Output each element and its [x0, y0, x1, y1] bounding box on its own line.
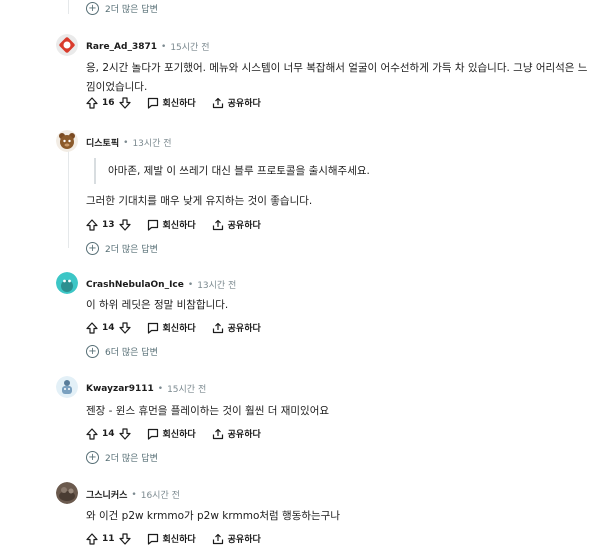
comment-meta: Rare_Ad_3871 • 15시간 전: [86, 40, 210, 54]
downvote-icon[interactable]: [118, 427, 131, 440]
avatar: [56, 130, 78, 152]
plus-circle-icon: +: [86, 242, 99, 255]
share-icon: [212, 428, 224, 440]
vote-group: 11: [86, 532, 131, 545]
reply-button[interactable]: 회신하다: [147, 96, 196, 109]
vote-count: 11: [102, 533, 115, 544]
username[interactable]: Rare_Ad_3871: [86, 42, 157, 52]
reply-button[interactable]: 회신하다: [147, 532, 196, 545]
more-replies-button[interactable]: + 2더 많은 답변: [86, 242, 158, 255]
comment-body: 젠장 - 윈스 휴먼을 플레이하는 것이 훨씬 더 재미있어요: [86, 405, 330, 417]
downvote-icon[interactable]: [118, 321, 131, 334]
more-replies-button[interactable]: + 2더 많은 답변: [86, 451, 158, 464]
comment-meta: Kwayzar9111 • 15시간 전: [86, 382, 207, 396]
comment-actions: 11 회신하다 공유하다: [86, 532, 261, 545]
share-icon: [212, 533, 224, 545]
reply-icon: [147, 219, 159, 231]
plus-circle-icon: +: [86, 2, 99, 15]
comment-body: 이 하위 레딧은 정말 비참합니다.: [86, 299, 229, 311]
share-label: 공유하다: [227, 221, 261, 231]
share-button[interactable]: 공유하다: [212, 218, 261, 231]
comment-actions: 16 회신하다 공유하다: [86, 96, 261, 109]
username[interactable]: 디스토픽: [86, 136, 119, 149]
thread-line: [68, 148, 69, 248]
reply-icon: [147, 322, 159, 334]
share-button[interactable]: 공유하다: [212, 427, 261, 440]
share-label: 공유하다: [227, 99, 261, 109]
share-button[interactable]: 공유하다: [212, 532, 261, 545]
plus-circle-icon: +: [86, 345, 99, 358]
vote-count: 14: [102, 322, 115, 333]
reply-icon: [147, 428, 159, 440]
share-icon: [212, 322, 224, 334]
vote-count: 16: [102, 97, 115, 108]
reply-label: 회신하다: [162, 99, 196, 109]
vote-count: 14: [102, 428, 115, 439]
vote-group: 13: [86, 218, 131, 231]
vote-group: 14: [86, 321, 131, 334]
vote-group: 14: [86, 427, 131, 440]
reply-icon: [147, 533, 159, 545]
reply-button[interactable]: 회신하다: [147, 427, 196, 440]
comment-meta: 그스니커스 • 16시간 전: [86, 488, 180, 502]
comment-actions: 14 회신하다 공유하다: [86, 321, 261, 334]
share-icon: [212, 219, 224, 231]
reply-label: 회신하다: [162, 535, 196, 545]
share-label: 공유하다: [227, 535, 261, 545]
share-icon: [212, 97, 224, 109]
avatar: [56, 34, 78, 56]
username[interactable]: CrashNebulaOn_Ice: [86, 280, 184, 290]
more-replies-button[interactable]: + 2더 많은 답변: [86, 2, 158, 15]
username[interactable]: 그스니커스: [86, 488, 127, 501]
comment-body: 응, 2시간 놀다가 포기했어. 메뉴와 시스템이 너무 복잡해서 얼굴이 어수…: [86, 62, 588, 93]
reply-label: 회신하다: [162, 221, 196, 231]
avatar: [56, 482, 78, 504]
reply-button[interactable]: 회신하다: [147, 218, 196, 231]
more-replies-label: 2더 많은 답변: [105, 5, 158, 15]
downvote-icon[interactable]: [118, 96, 131, 109]
more-replies-label: 6더 많은 답변: [105, 348, 158, 358]
avatar: [56, 272, 78, 294]
timestamp[interactable]: 16시간 전: [141, 488, 180, 501]
downvote-icon[interactable]: [118, 218, 131, 231]
more-replies-label: 2더 많은 답변: [105, 245, 158, 255]
upvote-icon[interactable]: [86, 96, 98, 109]
comment-body: 와 이건 p2w krmmo가 p2w krmmo처럼 행동하는구나: [86, 510, 340, 522]
plus-circle-icon: +: [86, 451, 99, 464]
share-button[interactable]: 공유하다: [212, 321, 261, 334]
upvote-icon[interactable]: [86, 218, 98, 231]
timestamp[interactable]: 15시간 전: [170, 40, 209, 53]
share-label: 공유하다: [227, 430, 261, 440]
comment-body: 그러한 기대치를 매우 낮게 유지하는 것이 좋습니다.: [86, 195, 313, 207]
upvote-icon[interactable]: [86, 427, 98, 440]
downvote-icon[interactable]: [118, 532, 131, 545]
comment-actions: 13 회신하다 공유하다: [86, 218, 261, 231]
avatar: [56, 376, 78, 398]
share-label: 공유하다: [227, 324, 261, 334]
upvote-icon[interactable]: [86, 532, 98, 545]
thread-line: [68, 0, 69, 14]
reply-button[interactable]: 회신하다: [147, 321, 196, 334]
more-replies-button[interactable]: + 6더 많은 답변: [86, 345, 158, 358]
reply-label: 회신하다: [162, 430, 196, 440]
comment-meta: CrashNebulaOn_Ice • 13시간 전: [86, 278, 237, 292]
username[interactable]: Kwayzar9111: [86, 384, 154, 394]
comment-quote: 아마존, 제발 이 쓰레기 대신 블루 프로토콜을 출시해주세요.: [94, 158, 370, 184]
comment-actions: 14 회신하다 공유하다: [86, 427, 261, 440]
timestamp[interactable]: 15시간 전: [167, 382, 206, 395]
timestamp[interactable]: 13시간 전: [197, 278, 236, 291]
reply-label: 회신하다: [162, 324, 196, 334]
upvote-icon[interactable]: [86, 321, 98, 334]
timestamp[interactable]: 13시간 전: [132, 136, 171, 149]
reply-icon: [147, 97, 159, 109]
vote-group: 16: [86, 96, 131, 109]
vote-count: 13: [102, 219, 115, 230]
comment-meta: 디스토픽 • 13시간 전: [86, 136, 172, 150]
more-replies-label: 2더 많은 답변: [105, 454, 158, 464]
share-button[interactable]: 공유하다: [212, 96, 261, 109]
